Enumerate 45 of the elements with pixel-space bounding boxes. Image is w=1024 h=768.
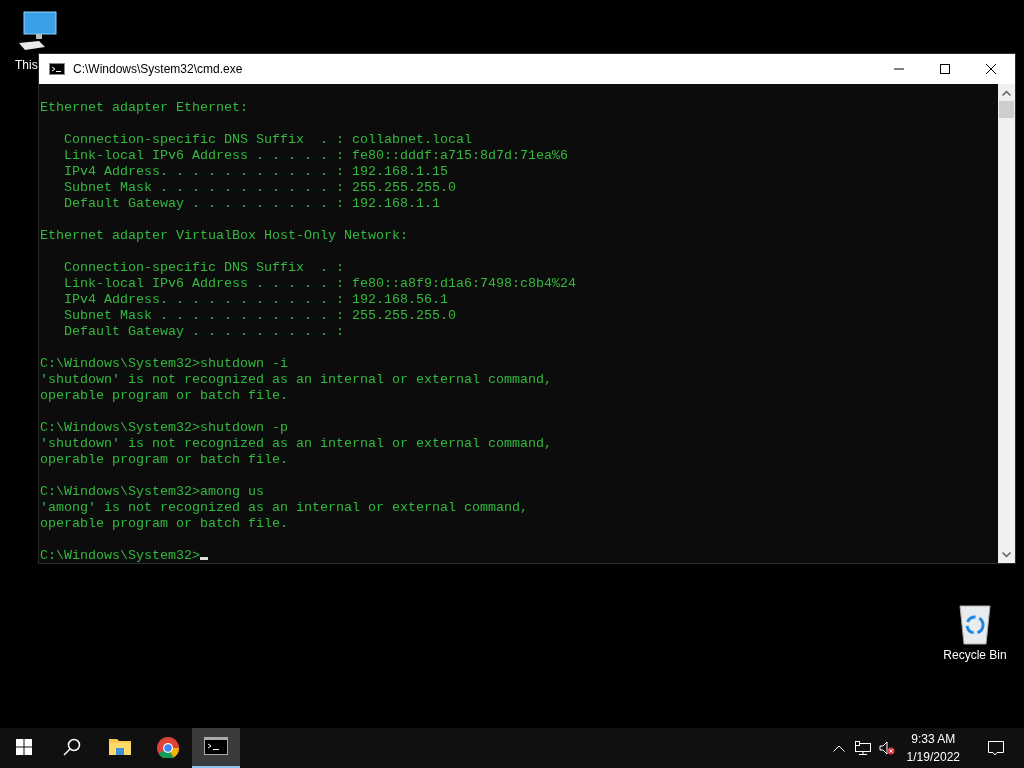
console-line: IPv4 Address. . . . . . . . . . . : 192.168.1.15	[63, 164, 448, 180]
console-line: Subnet Mask . . . . . . . . . . . : 255.255.255.0	[63, 180, 456, 196]
console-prompt: C:\Windows\System32>	[40, 548, 200, 564]
console-line: Connection-specific DNS Suffix . : collabnet.local	[63, 132, 472, 148]
console-line: operable program or batch file.	[40, 388, 288, 404]
maximize-icon	[940, 64, 950, 74]
taskbar-app-button[interactable]	[192, 728, 240, 768]
console-line: 'among' is not recognized as an internal or external command,	[40, 500, 528, 516]
console-line: Connection-specific DNS Suffix . :	[63, 260, 344, 276]
search-icon	[63, 738, 81, 756]
console-line: Link-local IPv6 Address . . . . . : fe80::a8f9:d1a6:7498:c8b4%24	[63, 276, 576, 292]
scroll-down-icon	[1002, 551, 1011, 558]
clock[interactable]: 9:33 AM 1/19/2022	[898, 730, 968, 766]
console-line: Ethernet adapter VirtualBox Host-Only Network:	[40, 228, 408, 244]
desktop-icon-label[interactable]: This	[15, 56, 38, 74]
folder-icon	[108, 736, 132, 758]
console-line: 'shutdown' is not recognized as an internal or external command,	[40, 436, 552, 452]
desktop-icon-label[interactable]: Recycle Bin	[943, 646, 1007, 664]
console-line: Default Gateway . . . . . . . . . :	[63, 324, 344, 340]
console-line: Ethernet adapter Ethernet:	[40, 100, 248, 116]
browser-icon	[156, 736, 180, 758]
console-line: 'shutdown' is not recognized as an internal or external command,	[40, 372, 552, 388]
console-line: operable program or batch file.	[40, 516, 288, 532]
window-title: C:\Windows\System32\cmd.exe	[73, 61, 243, 78]
console-line: C:\Windows\System32>shutdown -i	[40, 356, 288, 372]
console-line: Default Gateway . . . . . . . . . : 192.168.1.1	[63, 196, 440, 212]
clock-time: 9:33 AM	[911, 731, 956, 748]
close-icon	[986, 64, 996, 74]
console-line: Subnet Mask . . . . . . . . . . . : 255.255.255.0	[63, 308, 456, 324]
scrollbar-thumb[interactable]	[999, 101, 1014, 118]
console-line: C:\Windows\System32>among us	[40, 484, 264, 500]
console-line: operable program or batch file.	[40, 452, 288, 468]
terminal-icon	[204, 736, 228, 758]
muted-speaker-icon	[878, 741, 895, 755]
console-line: C:\Windows\System32>shutdown -p	[40, 420, 288, 436]
network-icon	[854, 741, 871, 755]
console-line: IPv4 Address. . . . . . . . . . . : 192.168.56.1	[63, 292, 448, 308]
terminal-icon	[49, 63, 65, 75]
chevron-up-icon	[832, 744, 845, 752]
clock-date: 1/19/2022	[906, 749, 960, 766]
windows-logo-icon	[16, 739, 32, 755]
scroll-up-icon	[1002, 89, 1011, 96]
console-line: Link-local IPv6 Address . . . . . : fe80::dddf:a715:8d7d:71ea%6	[63, 148, 568, 164]
scrollbar[interactable]	[998, 84, 1015, 563]
speech-bubble-icon	[988, 740, 1004, 756]
